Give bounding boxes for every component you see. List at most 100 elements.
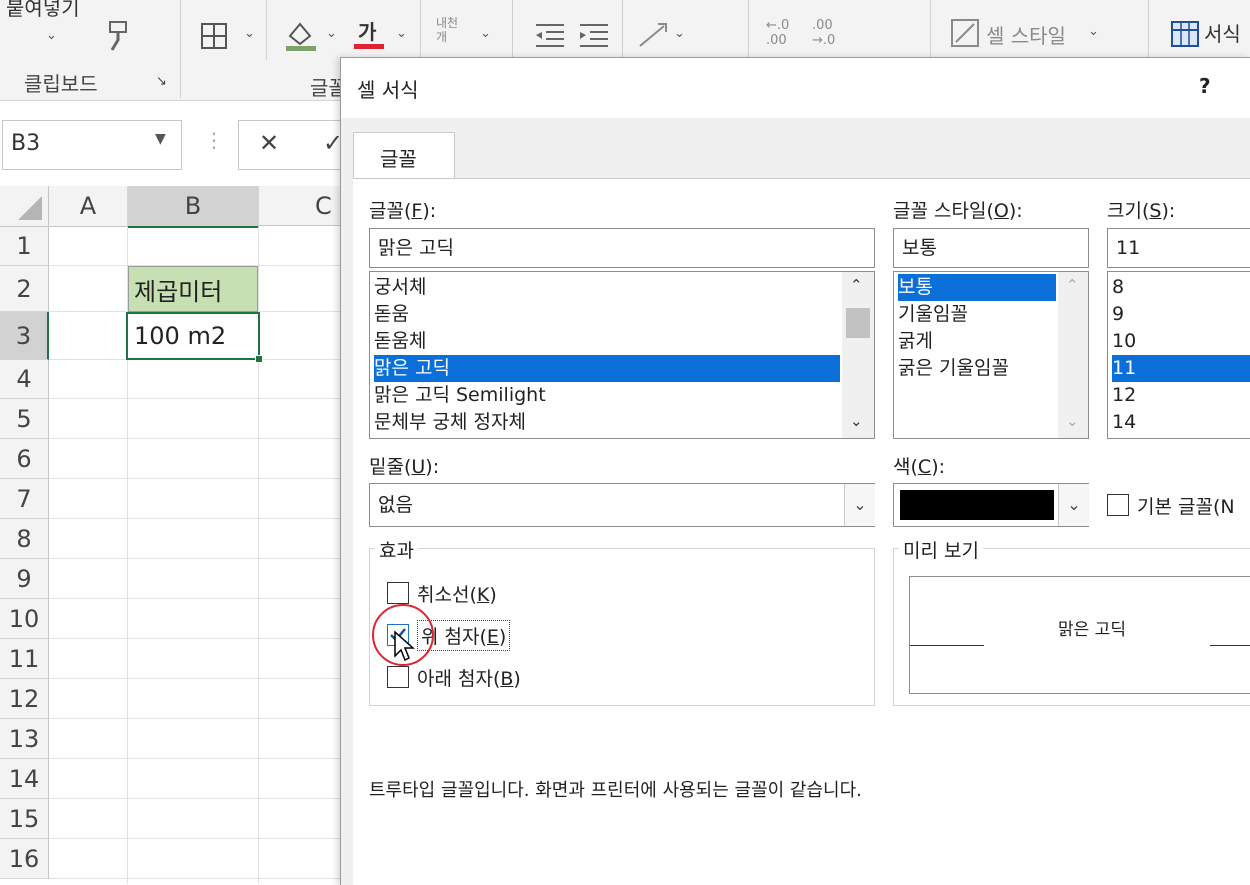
underline-label: 밑줄(U): xyxy=(369,456,440,478)
help-button[interactable]: ? xyxy=(1199,74,1211,98)
increase-indent-icon[interactable] xyxy=(578,22,610,48)
row-header[interactable]: 8 xyxy=(0,519,49,559)
style-list-scrollbar[interactable]: ⌃ ⌄ xyxy=(1058,272,1088,438)
cell-b2[interactable]: 제곱미터 xyxy=(128,266,258,312)
formula-buttons: ✕ ✓ xyxy=(238,120,343,170)
font-list-item[interactable]: 문체부 궁체 정자체 xyxy=(374,409,840,436)
default-font-label: 기본 글꼴(N xyxy=(1137,496,1235,518)
row-header[interactable]: 5 xyxy=(0,399,49,439)
color-select[interactable]: ⌄ xyxy=(893,483,1089,527)
column-header-b[interactable]: B xyxy=(128,186,259,228)
phonetic-dropdown-icon[interactable]: ⌄ xyxy=(480,26,491,41)
column-header-a[interactable]: A xyxy=(49,186,128,227)
increase-decimal-icon[interactable]: ←.0.00 xyxy=(766,18,789,48)
decrease-decimal-icon[interactable]: .00 →.0 xyxy=(812,18,835,48)
tab-font[interactable]: 글꼴 xyxy=(353,132,455,179)
font-color-dropdown-icon[interactable]: ⌄ xyxy=(396,26,407,41)
row-header[interactable]: 16 xyxy=(0,839,49,879)
row-header[interactable]: 13 xyxy=(0,719,49,759)
row-header[interactable]: 11 xyxy=(0,639,49,679)
formula-bar-grip: ⋮ xyxy=(204,128,224,152)
size-list-item[interactable]: 14 xyxy=(1112,409,1250,436)
format-cells-dialog: 셀 서식 ? 글꼴 글꼴(F): 글꼴 스타일(O): 크기(S): 맑은 고딕… xyxy=(340,57,1250,885)
scroll-up-icon[interactable]: ⌃ xyxy=(850,276,863,294)
size-list-item[interactable]: 10 xyxy=(1112,328,1250,355)
font-list-scrollbar[interactable]: ⌃ ⌄ xyxy=(842,272,874,438)
preview-label: 미리 보기 xyxy=(899,536,983,563)
underline-dropdown-icon[interactable]: ⌄ xyxy=(844,484,875,526)
color-dropdown-icon[interactable]: ⌄ xyxy=(1058,484,1089,526)
font-style-list-item[interactable]: 굵은 기울임꼴 xyxy=(898,355,1056,382)
font-style-list-item[interactable]: 보통 xyxy=(898,274,1056,301)
font-input[interactable]: 맑은 고딕 xyxy=(369,228,875,268)
size-list-item[interactable]: 9 xyxy=(1112,301,1250,328)
row-header[interactable]: 7 xyxy=(0,479,49,519)
cell-styles-icon[interactable] xyxy=(950,18,980,48)
fill-color-icon[interactable] xyxy=(284,18,318,52)
cancel-icon[interactable]: ✕ xyxy=(259,129,279,157)
dialog-launcher-icon[interactable]: ↘ xyxy=(156,74,167,89)
row-header[interactable]: 4 xyxy=(0,360,49,399)
strikethrough-label: 취소선(K) xyxy=(417,584,497,606)
font-style-list-item[interactable]: 굵게 xyxy=(898,328,1056,355)
row-header[interactable]: 9 xyxy=(0,559,49,599)
paste-dropdown-icon[interactable]: ⌄ xyxy=(46,28,57,43)
row-header[interactable]: 3 xyxy=(0,312,49,360)
font-list-item[interactable]: 궁서체 xyxy=(374,274,840,301)
format-painter-icon[interactable] xyxy=(100,18,136,52)
tab-font-label: 글꼴 xyxy=(380,147,417,171)
strikethrough-checkbox[interactable] xyxy=(387,582,409,604)
color-label: 색(C): xyxy=(893,456,946,478)
cell-styles-label[interactable]: 셀 스타일 xyxy=(986,20,1066,49)
decrease-indent-icon[interactable] xyxy=(534,22,566,48)
size-list[interactable]: 8 9 10 11 12 14 xyxy=(1107,271,1250,439)
size-input[interactable]: 11 xyxy=(1107,228,1250,268)
font-list[interactable]: 궁서체 돋움 돋움체 맑은 고딕 맑은 고딕 Semilight 문체부 궁체 정자체 ⌃… xyxy=(369,271,875,439)
row-header[interactable]: 6 xyxy=(0,439,49,479)
row-header[interactable]: 10 xyxy=(0,599,49,639)
font-list-item[interactable]: 맑은 고딕 Semilight xyxy=(374,382,840,409)
cell-b3-active[interactable]: 100 m2 xyxy=(126,312,260,360)
orientation-dropdown-icon[interactable]: ⌄ xyxy=(674,26,685,41)
preview-box: 맑은 고딕 xyxy=(909,576,1250,694)
borders-dropdown-icon[interactable]: ⌄ xyxy=(244,26,255,41)
size-list-item[interactable]: 8 xyxy=(1112,274,1250,301)
font-list-item[interactable]: 돋움 xyxy=(374,301,840,328)
subscript-checkbox[interactable] xyxy=(387,666,409,688)
select-all-corner[interactable] xyxy=(0,186,49,227)
row-header[interactable]: 1 xyxy=(0,227,49,266)
row-header[interactable]: 15 xyxy=(0,799,49,839)
row-header[interactable]: 2 xyxy=(0,266,49,312)
font-style-list-item[interactable]: 기울임꼴 xyxy=(898,301,1056,328)
underline-value: 없음 xyxy=(378,494,413,516)
borders-icon[interactable] xyxy=(200,22,228,50)
default-font-checkbox[interactable] xyxy=(1107,494,1129,516)
format-icon[interactable] xyxy=(1170,20,1200,48)
style-scroll-up-icon[interactable]: ⌃ xyxy=(1066,276,1079,294)
font-style-input[interactable]: 보통 xyxy=(893,228,1089,268)
scroll-down-icon[interactable]: ⌄ xyxy=(850,412,863,430)
paste-label[interactable]: 붙여넣기 xyxy=(6,0,80,21)
size-list-item[interactable]: 12 xyxy=(1112,382,1250,409)
cell-styles-dropdown-icon[interactable]: ⌄ xyxy=(1088,24,1099,39)
font-style-list[interactable]: 보통 기울임꼴 굵게 굵은 기울임꼴 ⌃ ⌄ xyxy=(893,271,1089,439)
phonetic-icon[interactable]: 내천 개 xyxy=(436,16,458,44)
row-header[interactable]: 14 xyxy=(0,759,49,799)
mouse-cursor-icon xyxy=(394,630,415,662)
name-box-dropdown-icon[interactable]: ▼ xyxy=(155,131,166,147)
orientation-icon[interactable] xyxy=(636,20,670,50)
font-list-item[interactable]: 맑은 고딕 xyxy=(374,355,840,382)
size-list-item[interactable]: 11 xyxy=(1112,355,1250,382)
fill-color-dropdown-icon[interactable]: ⌄ xyxy=(326,26,337,41)
font-color-icon[interactable]: 가 xyxy=(358,16,376,45)
dialog-titlebar: 셀 서식 ? xyxy=(341,58,1250,118)
format-label[interactable]: 서식 xyxy=(1204,18,1241,47)
scroll-thumb[interactable] xyxy=(846,308,870,338)
row-header[interactable]: 12 xyxy=(0,679,49,719)
fill-handle[interactable] xyxy=(255,355,263,363)
font-list-item[interactable]: 돋움체 xyxy=(374,328,840,355)
style-scroll-down-icon[interactable]: ⌄ xyxy=(1066,412,1079,430)
size-label: 크기(S): xyxy=(1107,200,1176,222)
name-box[interactable]: B3 ▼ xyxy=(2,120,182,170)
underline-select[interactable]: 없음 ⌄ xyxy=(369,483,875,527)
